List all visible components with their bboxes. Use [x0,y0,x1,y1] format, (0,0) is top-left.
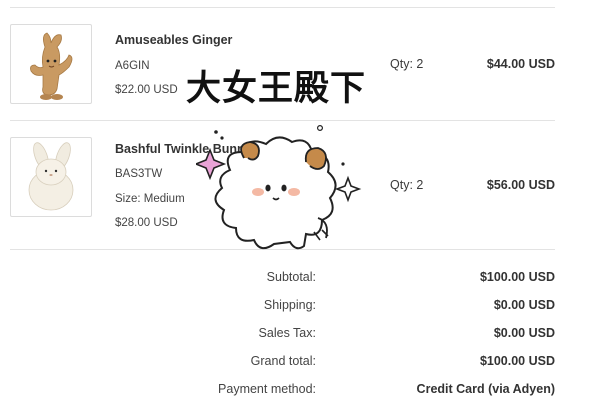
grand-total-label: Grand total: [250,354,316,368]
shipping-value: $0.00 USD [493,298,555,312]
bunny-plush-icon [28,142,74,211]
summary-row-grand-total: Grand total: $100.00 USD [0,354,589,374]
summary-row-subtotal: Subtotal: $100.00 USD [0,270,589,290]
grand-total-value: $100.00 USD [479,354,555,368]
sheep-sticker-icon [196,124,362,250]
product-image-bunny[interactable] [10,137,92,217]
product-size: Size: Medium [115,193,185,205]
product-qty: Qty: 2 [390,178,424,192]
subtotal-value: $100.00 USD [479,270,555,284]
subtotal-label: Subtotal: [266,270,316,284]
product-sku: BAS3TW [115,168,163,180]
payment-method-value: Credit Card (via Adyen) [416,382,555,396]
summary-row-payment: Payment method: Credit Card (via Adyen) [0,382,589,402]
summary-row-shipping: Shipping: $0.00 USD [0,298,589,318]
tax-value: $0.00 USD [493,326,555,340]
payment-method-label: Payment method: [218,382,316,396]
shipping-label: Shipping: [263,298,316,312]
tax-label: Sales Tax: [258,326,316,340]
product-total: $56.00 USD [486,178,555,192]
sticker-caption: 大女王殿下 [186,69,367,109]
summary-row-tax: Sales Tax: $0.00 USD [0,326,589,346]
product-unit-price: $28.00 USD [115,217,178,229]
